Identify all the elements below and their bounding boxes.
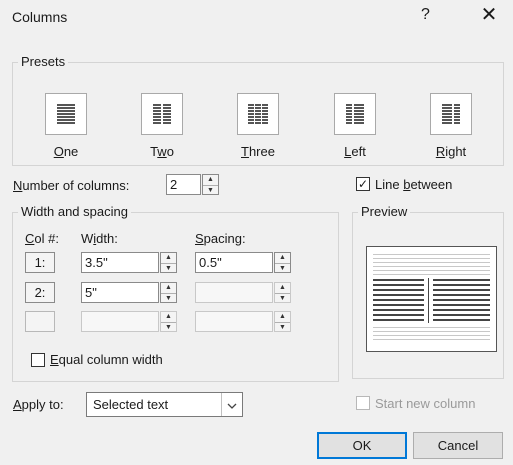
width-input-2[interactable]: 5" — [81, 282, 159, 303]
col-number-header: Col #: — [25, 231, 59, 246]
chevron-down-icon — [227, 403, 237, 409]
equal-column-width-label: Equal column width — [50, 352, 163, 367]
preset-one-label: One — [53, 144, 79, 159]
dialog-title: Columns — [12, 9, 68, 25]
col-number-3 — [25, 311, 55, 332]
dropdown-chevron[interactable] — [221, 393, 242, 416]
width-spinner-3: ▲ ▼ — [160, 311, 177, 332]
presets-label: Presets — [18, 54, 69, 69]
spacing-header: Spacing: — [195, 231, 246, 246]
preset-left-label: Left — [344, 144, 366, 159]
close-button[interactable]: ✕ — [476, 2, 502, 28]
preset-three-label: Three — [241, 144, 275, 159]
right-column-icon — [442, 104, 460, 124]
spin-up-icon: ▲ — [279, 284, 286, 291]
help-button[interactable]: ? — [421, 6, 430, 24]
col-number-1: 1: — [25, 252, 55, 273]
width-spinner-2[interactable]: ▲ ▼ — [160, 282, 177, 303]
ok-button[interactable]: OK — [317, 432, 407, 459]
preview-label: Preview — [358, 204, 411, 219]
spacing-input-1[interactable]: 0.5" — [195, 252, 273, 273]
three-columns-icon — [248, 104, 268, 124]
spin-down-icon[interactable]: ▼ — [161, 263, 176, 273]
line-between-checkbox[interactable]: ✓ — [356, 177, 370, 191]
preset-two-label: Two — [150, 144, 174, 159]
spin-up-icon[interactable]: ▲ — [161, 253, 176, 262]
spin-up-icon[interactable]: ▲ — [161, 283, 176, 292]
width-header: Width: — [81, 231, 118, 246]
number-of-columns-spinner[interactable]: ▲ ▼ — [202, 174, 219, 195]
equal-column-width-checkbox[interactable] — [31, 353, 45, 367]
spin-down-icon[interactable]: ▼ — [161, 293, 176, 303]
apply-to-value: Selected text — [93, 397, 169, 412]
preset-one-button[interactable] — [45, 93, 87, 135]
spacing-spinner-2: ▲ ▼ — [274, 282, 291, 303]
width-input-3 — [81, 311, 159, 332]
spin-down-icon[interactable]: ▼ — [203, 185, 218, 195]
width-spacing-label: Width and spacing — [18, 204, 131, 219]
width-spinner-1[interactable]: ▲ ▼ — [160, 252, 177, 273]
apply-to-label: Apply to: — [13, 397, 64, 412]
start-new-column-checkbox — [356, 396, 370, 410]
spacing-spinner-1[interactable]: ▲ ▼ — [274, 252, 291, 273]
spin-down-icon: ▼ — [275, 293, 290, 303]
two-columns-icon — [153, 104, 171, 124]
spin-down-icon: ▼ — [161, 322, 176, 332]
number-of-columns-input[interactable]: 2 — [166, 174, 201, 195]
preview-layout-graphic — [373, 254, 490, 340]
one-column-icon — [57, 104, 75, 124]
col-number-2: 2: — [25, 282, 55, 303]
preset-two-button[interactable] — [141, 93, 183, 135]
spin-down-icon: ▼ — [275, 322, 290, 332]
cancel-button[interactable]: Cancel — [413, 432, 503, 459]
spacing-input-2 — [195, 282, 273, 303]
line-between-label: Line between — [375, 177, 453, 192]
preset-three-button[interactable] — [237, 93, 279, 135]
number-of-columns-label: Number of columns: — [13, 178, 130, 193]
spin-down-icon[interactable]: ▼ — [275, 263, 290, 273]
apply-to-dropdown[interactable]: Selected text — [86, 392, 243, 417]
preset-right-button[interactable] — [430, 93, 472, 135]
left-column-icon — [346, 104, 364, 124]
spin-up-icon[interactable]: ▲ — [275, 253, 290, 262]
preview-page — [366, 246, 497, 352]
start-new-column-label: Start new column — [375, 396, 476, 411]
spin-up-icon: ▲ — [279, 313, 286, 320]
spin-up-icon[interactable]: ▲ — [203, 175, 218, 184]
width-input-1[interactable]: 3.5" — [81, 252, 159, 273]
preset-left-button[interactable] — [334, 93, 376, 135]
preset-right-label: Right — [435, 144, 467, 159]
spacing-input-3 — [195, 311, 273, 332]
spin-up-icon: ▲ — [165, 313, 172, 320]
spacing-spinner-3: ▲ ▼ — [274, 311, 291, 332]
